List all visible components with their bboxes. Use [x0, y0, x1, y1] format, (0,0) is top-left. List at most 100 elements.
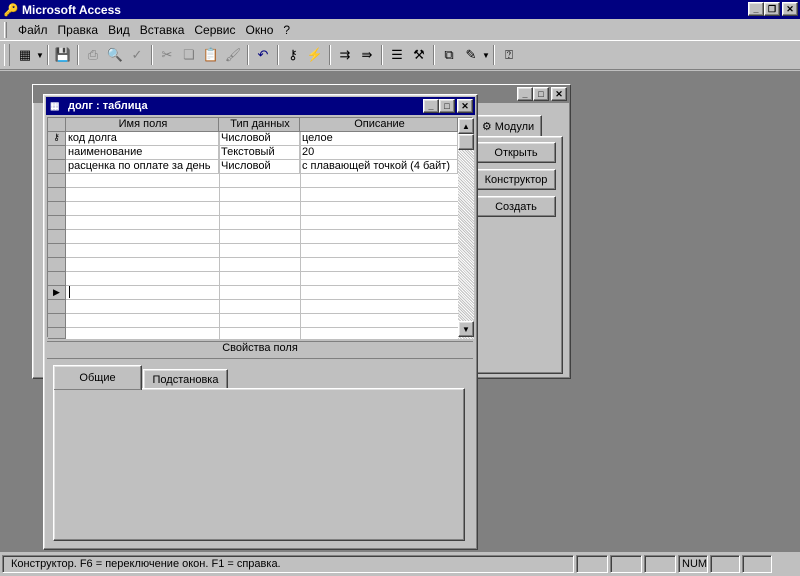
menu-insert[interactable]: Вставка — [135, 23, 190, 37]
text-cursor — [69, 286, 70, 298]
cut-icon[interactable]: ✂ — [156, 44, 178, 66]
table-row[interactable]: расценка по оплате за день Числовой с пл… — [66, 160, 458, 174]
row-selector[interactable] — [48, 160, 66, 174]
table-row[interactable]: наименование Текстовый 20 — [66, 146, 458, 160]
tab-modules-label: Модули — [494, 120, 535, 133]
menu-tools[interactable]: Сервис — [189, 23, 240, 37]
toolbar-separator — [329, 45, 331, 65]
data-type-cell[interactable]: Числовой — [219, 132, 300, 146]
toolbar-separator — [277, 45, 279, 65]
field-properties-panel: Подстановка Общие — [47, 358, 473, 547]
format-painter-icon[interactable]: 🖌 — [222, 44, 244, 66]
toolbar-separator — [47, 45, 49, 65]
table-icon: ▦ — [50, 100, 60, 112]
menu-help[interactable]: ? — [278, 23, 295, 37]
status-bar: Конструктор. F6 = переключение окон. F1 … — [0, 552, 800, 576]
close-button[interactable]: ✕ — [457, 99, 473, 113]
database-window-icon[interactable]: ⧉ — [438, 44, 460, 66]
menu-file[interactable]: Файл — [13, 23, 53, 37]
column-header-field-name[interactable]: Имя поля — [66, 118, 219, 132]
toolbar-separator — [151, 45, 153, 65]
table-row[interactable]: код долга Числовой целое — [66, 132, 458, 146]
open-button[interactable]: Открыть — [476, 142, 556, 163]
status-pane — [742, 555, 772, 573]
description-cell[interactable]: 20 — [300, 146, 458, 160]
field-grid: Имя поля Тип данных Описание ⚷ ▶ код дол… — [47, 117, 474, 339]
print-icon[interactable]: ⎙ — [82, 44, 104, 66]
menu-grip[interactable] — [4, 21, 7, 38]
toolbar-separator — [77, 45, 79, 65]
undo-icon[interactable]: ↶ — [252, 44, 274, 66]
chevron-down-icon[interactable]: ▼ — [482, 51, 490, 60]
description-cell[interactable]: с плавающей точкой (4 байт) — [300, 160, 458, 174]
row-selector[interactable] — [48, 146, 66, 160]
view-icon[interactable]: ▦ — [14, 44, 36, 66]
general-properties-panel — [53, 388, 465, 541]
close-button[interactable]: ✕ — [551, 87, 567, 101]
row-pointer-icon[interactable]: ▶ — [48, 286, 66, 300]
insert-rows-icon[interactable]: ⇉ — [334, 44, 356, 66]
column-header-description[interactable]: Описание — [300, 118, 458, 132]
design-button[interactable]: Конструктор — [476, 169, 556, 190]
scroll-up-button[interactable]: ▲ — [458, 118, 474, 134]
modules-icon: ⚙ — [481, 121, 492, 133]
app-title-bar: 🔑 Microsoft Access _ ❐ ✕ — [0, 0, 800, 19]
menu-edit[interactable]: Правка — [53, 23, 104, 37]
build-icon[interactable]: ⚒ — [408, 44, 430, 66]
minimize-button[interactable]: _ — [423, 99, 439, 113]
column-header-data-type[interactable]: Тип данных — [219, 118, 300, 132]
print-preview-icon[interactable]: 🔍 — [104, 44, 126, 66]
properties-icon[interactable]: ☰ — [386, 44, 408, 66]
num-lock-indicator: NUM — [678, 555, 708, 573]
paste-icon[interactable]: 📋 — [200, 44, 222, 66]
close-button[interactable]: ✕ — [782, 2, 798, 16]
data-type-cell[interactable]: Текстовый — [219, 146, 300, 160]
delete-rows-icon[interactable]: ⇛ — [356, 44, 378, 66]
table-window-title-bar[interactable]: ▦ долг : таблица _ □ ✕ — [46, 97, 475, 115]
copy-icon[interactable]: ❏ — [178, 44, 200, 66]
scroll-down-button[interactable]: ▼ — [458, 321, 474, 337]
create-button[interactable]: Создать — [476, 196, 556, 217]
chevron-down-icon[interactable]: ▼ — [36, 51, 44, 60]
maximize-button[interactable]: □ — [439, 99, 455, 113]
empty-rows[interactable] — [66, 174, 458, 339]
maximize-button[interactable]: □ — [533, 87, 549, 101]
field-grid-body: Имя поля Тип данных Описание ⚷ ▶ код дол… — [48, 118, 458, 339]
tab-general[interactable]: Общие — [53, 365, 142, 390]
field-name-cell[interactable]: наименование — [66, 146, 219, 160]
restore-button[interactable]: ❐ — [764, 2, 780, 16]
column-divider — [300, 132, 301, 339]
field-name-cell[interactable]: код долга — [66, 132, 219, 146]
status-pane — [576, 555, 608, 573]
app-title: Microsoft Access — [22, 2, 121, 17]
corner-cell[interactable] — [48, 118, 66, 132]
toolbar: ▦ ▼ 💾 ⎙ 🔍 ✓ ✂ ❏ 📋 🖌 ↶ ⚷ ⚡ ⇉ ⇛ ☰ ⚒ ⧉ ✎ ▼ … — [0, 40, 800, 70]
status-pane — [644, 555, 676, 573]
menu-bar: Файл Правка Вид Вставка Сервис Окно ? — [0, 19, 800, 40]
status-pane — [610, 555, 642, 573]
indexes-icon[interactable]: ⚡ — [304, 44, 326, 66]
description-cell[interactable]: целое — [300, 132, 458, 146]
toolbar-separator — [381, 45, 383, 65]
spelling-icon[interactable]: ✓ — [126, 44, 148, 66]
toolbar-grip[interactable] — [4, 44, 10, 66]
primary-key-icon[interactable]: ⚷ — [282, 44, 304, 66]
row-selector-column[interactable] — [48, 174, 66, 339]
menu-view[interactable]: Вид — [103, 23, 135, 37]
table-design-window: ▦ долг : таблица _ □ ✕ Имя поля Тип данн… — [43, 94, 478, 550]
data-type-cell[interactable]: Числовой — [219, 160, 300, 174]
save-icon[interactable]: 💾 — [52, 44, 74, 66]
tab-lookup[interactable]: Подстановка — [143, 369, 228, 389]
vertical-scrollbar[interactable]: ▲ ▼ — [458, 118, 474, 339]
help-icon[interactable]: ⍰ — [498, 44, 520, 66]
field-name-cell[interactable]: расценка по оплате за день — [66, 160, 219, 174]
minimize-button[interactable]: _ — [748, 2, 764, 16]
scroll-thumb[interactable] — [458, 134, 474, 150]
minimize-button[interactable]: _ — [517, 87, 533, 101]
new-object-icon[interactable]: ✎ — [460, 44, 482, 66]
menu-window[interactable]: Окно — [240, 23, 278, 37]
field-properties-label: Свойства поля — [47, 341, 473, 357]
column-divider — [219, 132, 220, 339]
tab-modules[interactable]: ⚙ Модули — [474, 115, 542, 137]
primary-key-icon[interactable]: ⚷ — [48, 132, 66, 146]
